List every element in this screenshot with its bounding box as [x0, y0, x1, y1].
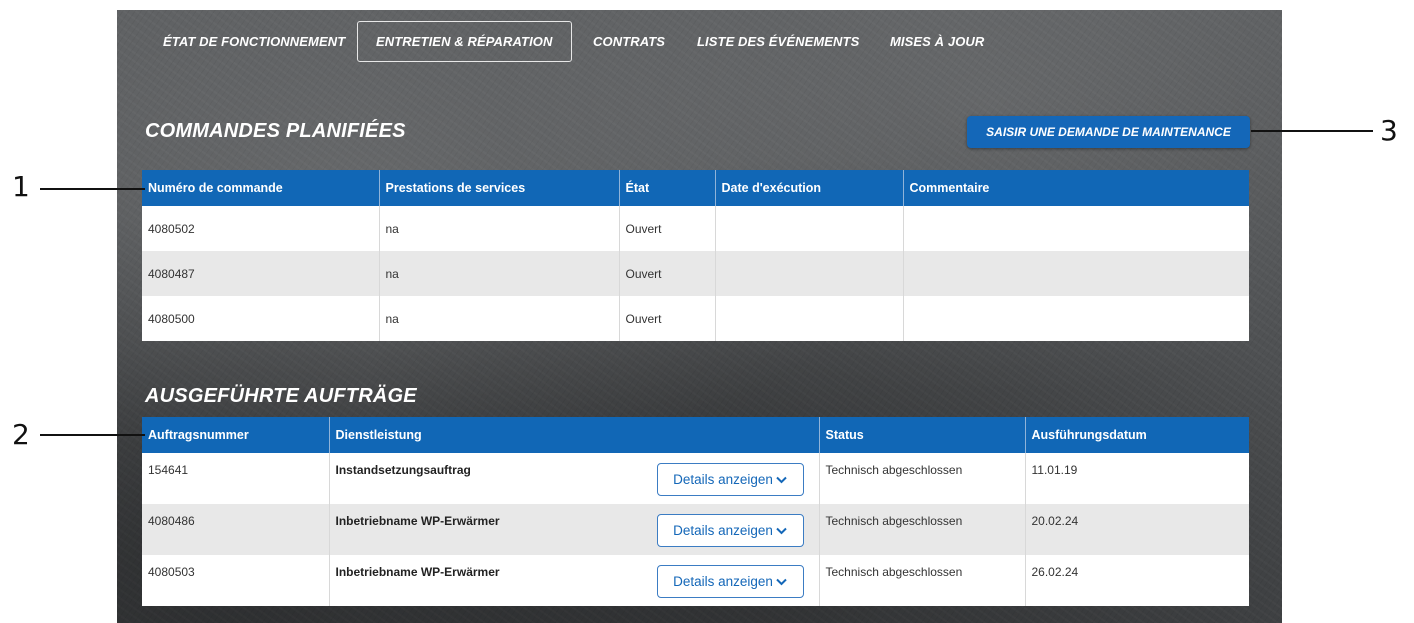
comment [903, 206, 1249, 251]
comment [903, 251, 1249, 296]
maintenance-request-button[interactable]: SAISIR UNE DEMANDE DE MAINTENANCE [967, 116, 1250, 148]
service-name: Inbetriebname WP-Erwärmer [335, 514, 500, 528]
callout-number-3: 3 [1380, 114, 1398, 147]
column-header: État [619, 170, 716, 206]
comment [903, 296, 1249, 341]
chevron-down-icon [776, 477, 787, 484]
status: Technisch abgeschlossen [819, 504, 1026, 555]
service: na [379, 251, 620, 296]
details-button[interactable]: Details anzeigen [656, 565, 804, 598]
table-row[interactable]: 4080500 na Ouvert [142, 296, 1249, 341]
service: na [379, 206, 620, 251]
planned-orders-title: COMMANDES PLANIFIÉES [145, 120, 406, 142]
tab-entretien-reparation[interactable]: ENTRETIEN & RÉPARATION [357, 21, 572, 62]
table-row[interactable]: 4080487 na Ouvert [142, 251, 1249, 296]
details-button[interactable]: Details anzeigen [656, 463, 804, 496]
executed-orders-title: AUSGEFÜHRTE AUFTRÄGE [145, 385, 417, 407]
order-number: 4080487 [142, 251, 380, 296]
table-row[interactable]: 4080503 Inbetriebname WP-Erwärmer Detail… [142, 555, 1249, 606]
order-number: 4080503 [142, 555, 330, 606]
executed-orders-table: Auftragsnummer Dienstleistung Status Aus… [142, 417, 1249, 606]
details-label: Details anzeigen [673, 574, 773, 589]
tab-mises-a-jour[interactable]: MISES À JOUR [890, 21, 984, 62]
service-cell: Inbetriebname WP-Erwärmer Details anzeig… [329, 504, 820, 555]
execution-date [715, 206, 904, 251]
callout-line-1 [40, 188, 145, 190]
state: Ouvert [619, 296, 716, 341]
table-row[interactable]: 4080486 Inbetriebname WP-Erwärmer Detail… [142, 504, 1249, 555]
tab-contrats[interactable]: CONTRATS [593, 21, 665, 62]
column-header: Prestations de services [379, 170, 620, 206]
execution-date: 11.01.19 [1025, 453, 1249, 504]
execution-date [715, 296, 904, 341]
tab-liste-des-evenements[interactable]: LISTE DES ÉVÉNEMENTS [697, 21, 859, 62]
planned-orders-table: Numéro de commande Prestations de servic… [142, 170, 1249, 341]
table-header-row: Numéro de commande Prestations de servic… [142, 170, 1249, 206]
execution-date [715, 251, 904, 296]
app-screenshot: ÉTAT DE FONCTIONNEMENT ENTRETIEN & RÉPAR… [117, 10, 1282, 623]
column-header: Auftragsnummer [142, 417, 330, 453]
execution-date: 26.02.24 [1025, 555, 1249, 606]
execution-date: 20.02.24 [1025, 504, 1249, 555]
state: Ouvert [619, 206, 716, 251]
order-number: 4080500 [142, 296, 380, 341]
column-header: Ausführungsdatum [1025, 417, 1249, 453]
table-header-row: Auftragsnummer Dienstleistung Status Aus… [142, 417, 1249, 453]
callout-number-1: 1 [12, 170, 30, 203]
service-cell: Inbetriebname WP-Erwärmer Details anzeig… [329, 555, 820, 606]
column-header: Numéro de commande [142, 170, 380, 206]
details-label: Details anzeigen [673, 523, 773, 538]
table-row[interactable]: 154641 Instandsetzungsauftrag Details an… [142, 453, 1249, 504]
service-name: Instandsetzungsauftrag [335, 463, 471, 477]
details-button[interactable]: Details anzeigen [656, 514, 804, 547]
state: Ouvert [619, 251, 716, 296]
service-name: Inbetriebname WP-Erwärmer [335, 565, 500, 579]
tab-etat-de-fonctionnement[interactable]: ÉTAT DE FONCTIONNEMENT [163, 21, 345, 62]
callout-line-2 [40, 434, 145, 436]
chevron-down-icon [776, 579, 787, 586]
service: na [379, 296, 620, 341]
column-header: Commentaire [903, 170, 1249, 206]
top-navigation: ÉTAT DE FONCTIONNEMENT ENTRETIEN & RÉPAR… [117, 21, 1282, 62]
order-number: 4080502 [142, 206, 380, 251]
callout-line-3 [1251, 130, 1373, 132]
column-header: Dienstleistung [329, 417, 820, 453]
callout-number-2: 2 [12, 418, 30, 451]
details-label: Details anzeigen [673, 472, 773, 487]
order-number: 154641 [142, 453, 330, 504]
order-number: 4080486 [142, 504, 330, 555]
column-header: Status [819, 417, 1026, 453]
status: Technisch abgeschlossen [819, 555, 1026, 606]
column-header: Date d'exécution [715, 170, 904, 206]
table-row[interactable]: 4080502 na Ouvert [142, 206, 1249, 251]
status: Technisch abgeschlossen [819, 453, 1026, 504]
chevron-down-icon [776, 528, 787, 535]
service-cell: Instandsetzungsauftrag Details anzeigen [329, 453, 820, 504]
